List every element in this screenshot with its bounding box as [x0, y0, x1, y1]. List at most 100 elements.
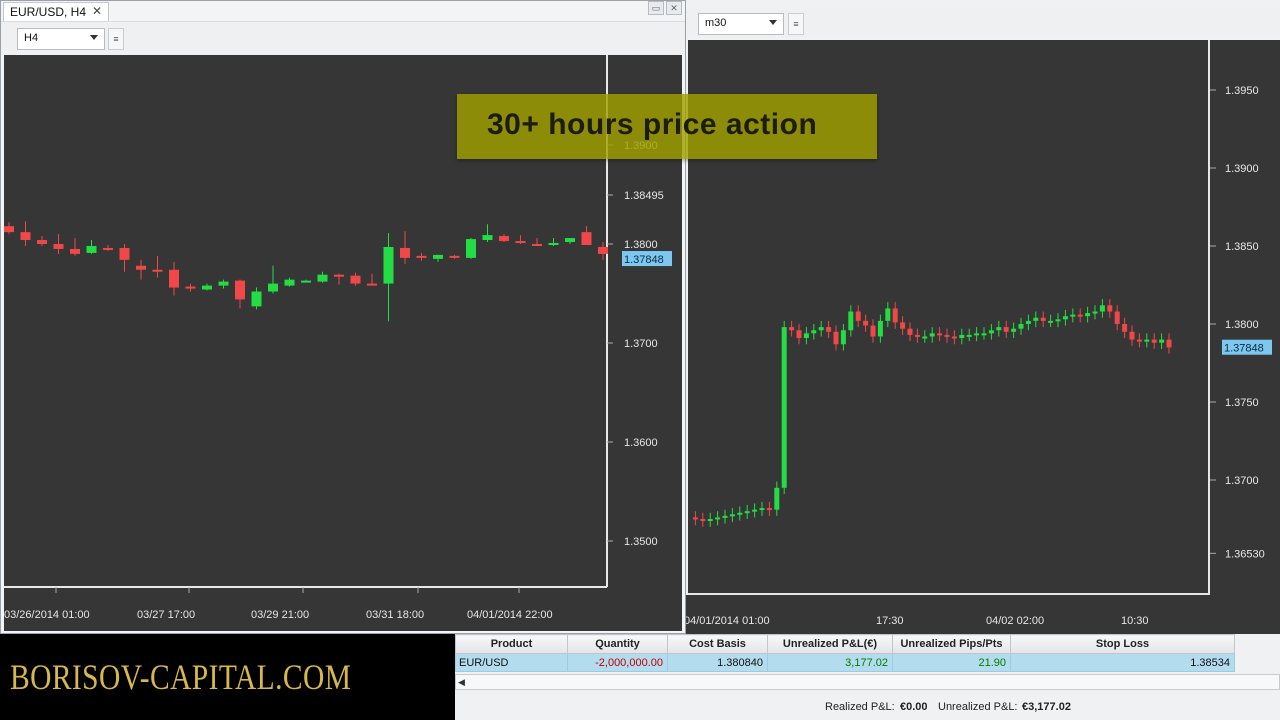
chevron-down-icon [90, 35, 98, 40]
candle-body [803, 333, 809, 339]
chart-menu-icon[interactable]: ≡ [108, 28, 124, 50]
candle-body [515, 241, 526, 244]
candle-body [818, 327, 824, 331]
candle-body [974, 333, 980, 336]
candle-body [833, 331, 839, 345]
candle-body [863, 320, 869, 326]
candle-body [383, 246, 394, 284]
candle-body [202, 285, 212, 290]
tab-title: EUR/USD, H4 [10, 5, 87, 19]
candle-body [789, 327, 795, 331]
candle-body [951, 336, 957, 339]
cell-quantity: -2,000,000.00 [567, 653, 668, 672]
pnl-statusbar: Realized P&L: €0.00 Unrealized P&L: €3,1… [455, 696, 1280, 720]
col-unrealized-pnl[interactable]: Unrealized P&L(€) [767, 634, 893, 654]
candle-body [914, 334, 920, 337]
candle-body [449, 255, 460, 258]
timeframe-value: H4 [24, 32, 39, 44]
candle-body [103, 247, 113, 250]
candle-body [981, 333, 987, 336]
candle-body [1040, 317, 1046, 321]
restore-icon[interactable]: ▭ [648, 1, 664, 15]
m30-price-axis[interactable]: 1.3950 1.3900 1.3850 1.3800 1.3750 1.3700 1.36… [1210, 40, 1280, 595]
cell-cost-basis: 1.380840 [667, 653, 768, 672]
price-label: 1.3750 [1225, 397, 1259, 409]
candle-body [1136, 339, 1142, 342]
candle-body [152, 269, 163, 272]
price-label: 1.3500 [624, 536, 658, 548]
candle-body [317, 274, 328, 282]
candle-body [532, 244, 542, 246]
candle-body [996, 327, 1002, 331]
timeframe-select-h4[interactable]: H4 [17, 28, 105, 50]
m30-time-axis[interactable]: 04/01/2014 01:00 17:30 04/02 02:00 10:30 [680, 595, 1280, 636]
candle-body [4, 226, 14, 233]
horizontal-scrollbar[interactable]: ◀ [455, 674, 1280, 690]
col-unrealized-pips[interactable]: Unrealized Pips/Pts [892, 634, 1011, 654]
candle-body [877, 320, 883, 337]
candle-body [20, 232, 31, 241]
cell-pnl: 3,177.02 [767, 653, 893, 672]
candle-body [1025, 320, 1031, 324]
unrealized-label: Unrealized P&L: [938, 701, 1018, 713]
close-window-icon[interactable]: ✕ [666, 1, 682, 15]
candle-body [937, 333, 943, 336]
cell-pips: 21.90 [892, 653, 1011, 672]
candle-body [855, 311, 861, 321]
col-quantity[interactable]: Quantity [567, 634, 668, 654]
candle-body [1018, 324, 1024, 329]
candle-body [1062, 316, 1068, 320]
time-label: 04/01/2014 01:00 [684, 615, 770, 627]
candle-body [707, 519, 713, 521]
realized-value: €0.00 [900, 701, 928, 713]
candle-body [959, 334, 965, 339]
candle-body [334, 274, 344, 277]
table-row[interactable]: EUR/USD -2,000,000.00 1.380840 3,177.02 … [455, 653, 1235, 672]
candle-body [759, 508, 765, 511]
logo-text: BORISOV-CAPITAL.COM [10, 657, 352, 697]
candle-body [1003, 327, 1009, 332]
cell-product: EUR/USD [455, 653, 568, 672]
candle-body [218, 281, 229, 286]
candle-body [581, 232, 592, 245]
price-label: 1.3950 [1225, 85, 1259, 97]
candle-body [301, 280, 311, 283]
candle-body [1070, 314, 1076, 317]
tab-eurusd-h4[interactable]: EUR/USD, H4 ✕ [3, 2, 109, 21]
candle-body [840, 330, 846, 345]
candle-body [1055, 319, 1061, 322]
annotation-banner: 30+ hours price action [457, 94, 877, 159]
col-stop-loss[interactable]: Stop Loss [1010, 634, 1235, 654]
candle-body [811, 330, 817, 334]
scroll-left-icon[interactable]: ◀ [458, 677, 470, 687]
col-cost-basis[interactable]: Cost Basis [667, 634, 768, 654]
candle-body [1085, 313, 1091, 317]
candle-body [1144, 339, 1150, 342]
h4-titlebar: EUR/USD, H4 ✕ ▭ ✕ [1, 1, 685, 21]
candle-body [86, 245, 97, 253]
price-label: 1.3900 [1225, 163, 1259, 175]
candle-body [235, 280, 245, 300]
timeframe-select-m30[interactable]: m30 [698, 13, 784, 35]
candle-body [700, 519, 706, 521]
candle-body [1129, 331, 1135, 340]
time-label: 03/29 21:00 [251, 609, 309, 621]
candle-body [781, 327, 787, 488]
candle-body [1151, 339, 1157, 343]
candle-body [169, 269, 179, 288]
candle-body [848, 311, 854, 331]
candle-body [944, 334, 950, 337]
close-icon[interactable]: ✕ [92, 4, 102, 18]
col-product[interactable]: Product [455, 634, 568, 654]
candle-body [416, 255, 427, 258]
candle-body [466, 239, 476, 258]
candle-body [774, 487, 780, 510]
candle-body [1107, 305, 1113, 312]
chart-menu-icon[interactable]: ≡ [788, 13, 804, 35]
candle-body [715, 517, 721, 520]
table-header-row: Product Quantity Cost Basis Unrealized P… [455, 634, 1235, 654]
candle-body [1092, 311, 1098, 314]
candle-body [1077, 314, 1083, 317]
price-label: 1.3700 [624, 338, 658, 350]
candle-body [1011, 328, 1017, 332]
